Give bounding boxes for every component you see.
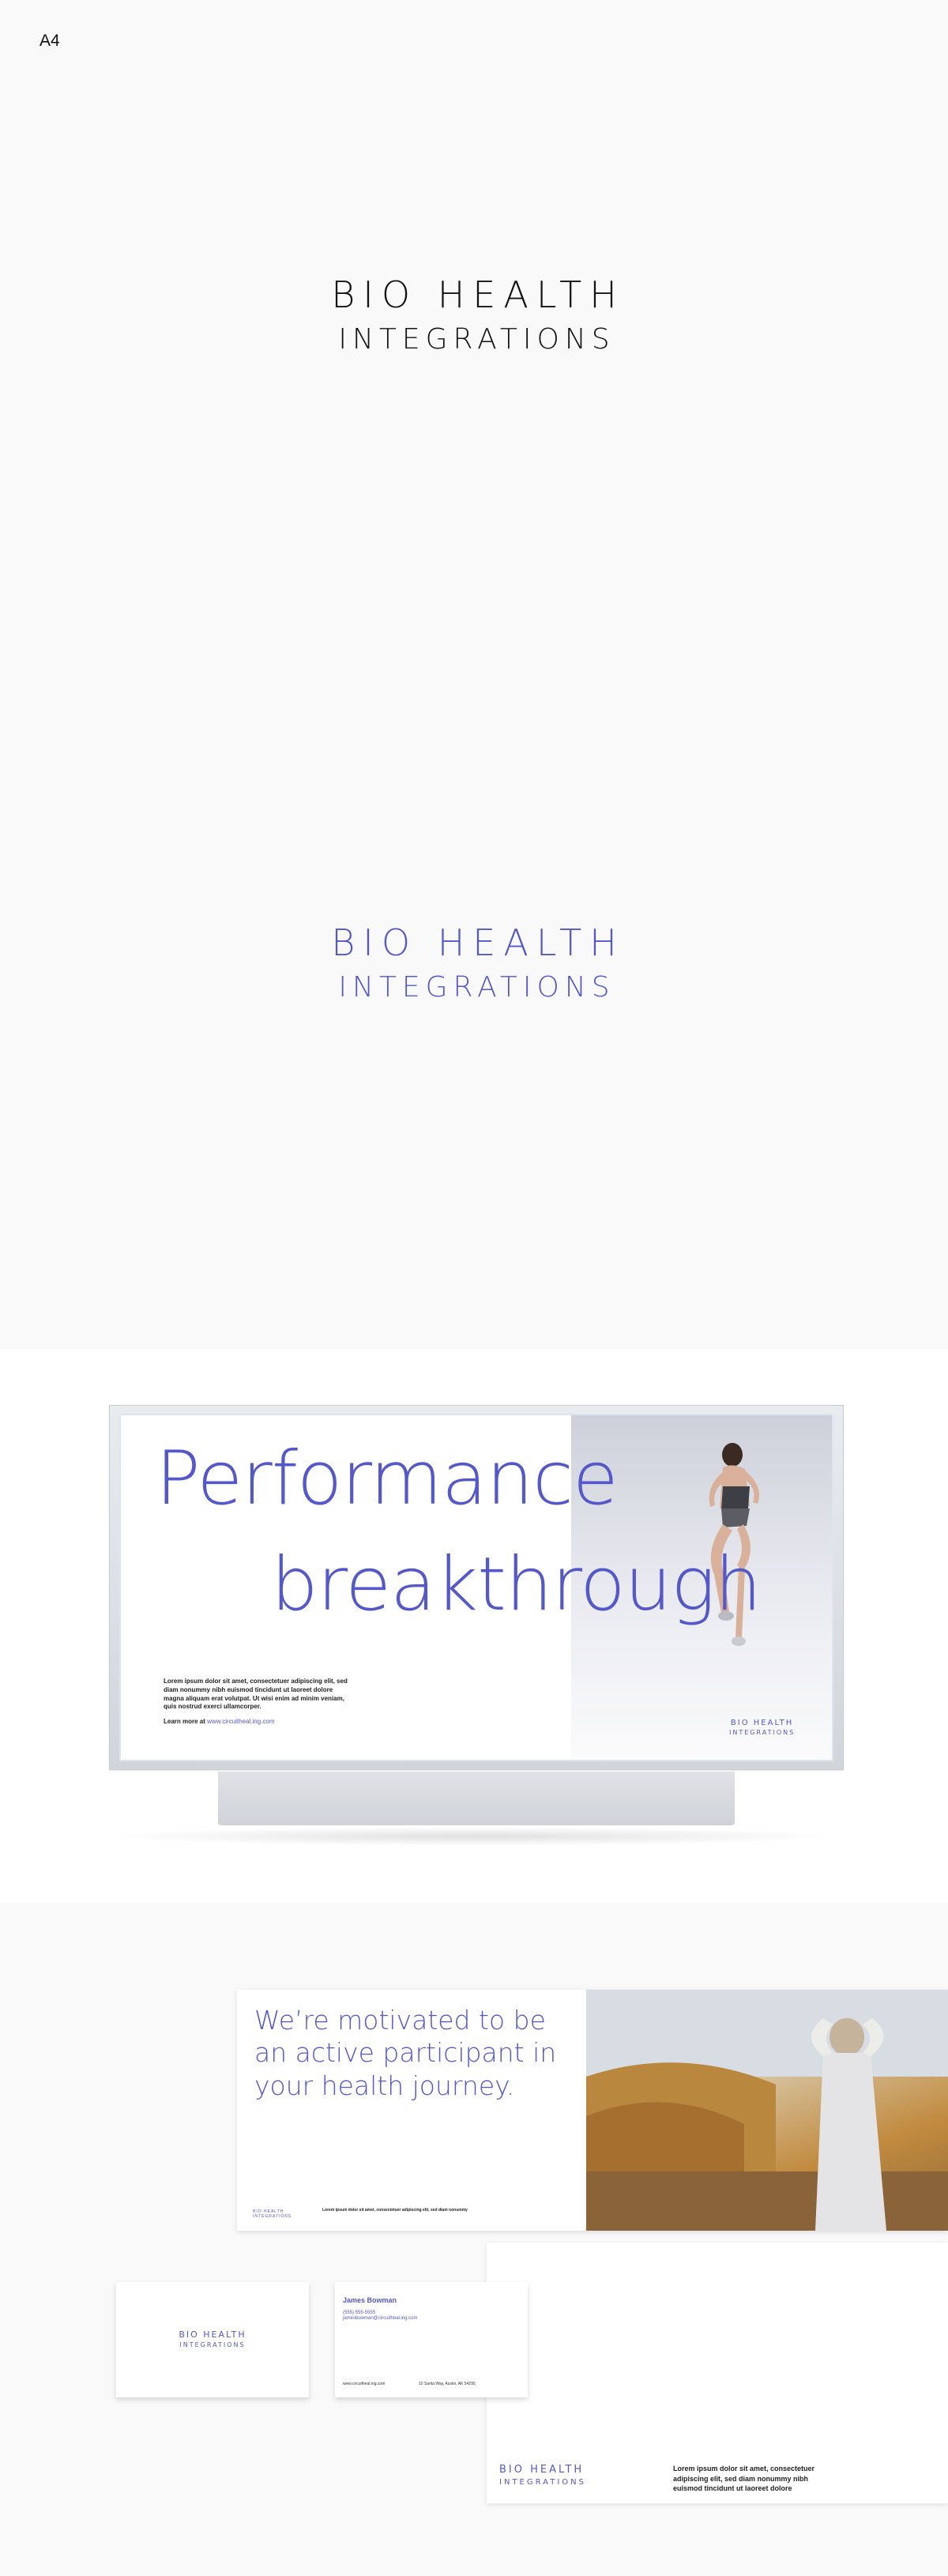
billboard-shadow [103, 1827, 845, 1846]
card-email: jamesbowman@circuitheal.ing.com [343, 2316, 418, 2321]
letterhead-body: Lorem ipsum dolor sit amet, consectetuer… [673, 2465, 815, 2493]
learn-more-url: www.circuitheal.ing.com [207, 1718, 275, 1725]
business-card-front: BIO HEALTH INTEGRATIONS [116, 2282, 309, 2397]
brochure-tagline: We’re motivated to be an active particip… [254, 2005, 557, 2101]
stationery-mockup: We’re motivated to be an active particip… [0, 1903, 948, 2576]
logo-line-1: BIO HEALTH [331, 921, 625, 964]
card-logo-line-2: INTEGRATIONS [179, 2341, 246, 2348]
billboard-body-text: Lorem ipsum dolor sit amet, consectetuer… [164, 1678, 348, 1711]
brochure-logo: BIO HEALTH INTEGRATIONS [253, 2209, 292, 2219]
billboard-logo-line-2: INTEGRATIONS [729, 1729, 796, 1736]
billboard-headline-1: Performance [156, 1436, 619, 1522]
letterhead-logo: BIO HEALTH INTEGRATIONS [499, 2464, 586, 2487]
photo-scene [586, 1990, 948, 2231]
letterhead-logo-line-1: BIO HEALTH [499, 2464, 585, 2476]
card-name: James Bowman [343, 2296, 397, 2304]
card-address: 10 Santa Way, Austin, AK 54295 [419, 2382, 476, 2386]
business-card-back: James Bowman (555) 555-5555 jamesbowman@… [335, 2282, 528, 2397]
billboard-headline-2: breakthrough [271, 1542, 762, 1628]
logo-blue: BIO HEALTH INTEGRATIONS [0, 925, 948, 1002]
billboard-frame: Performance breakthrough Lorem ipsum dol… [109, 1405, 844, 1770]
billboard-stand [218, 1772, 735, 1825]
letterhead: BIO HEALTH INTEGRATIONS Lorem ipsum dolo… [487, 2243, 948, 2503]
card-logo: BIO HEALTH INTEGRATIONS [116, 2329, 309, 2348]
billboard-logo: BIO HEALTH INTEGRATIONS [729, 1719, 795, 1736]
logo-line-1: BIO HEALTH [331, 273, 625, 316]
card-website: www.circuitheal.ing.com [343, 2382, 386, 2386]
brochure-fine-print: Lorem ipsum dolor sit amet, consectetuer… [322, 2208, 468, 2213]
page-label: A4 [40, 32, 60, 50]
brochure: We’re motivated to be an active particip… [237, 1990, 948, 2231]
logo-line-2: INTEGRATIONS [338, 971, 615, 1004]
logo-line-2: INTEGRATIONS [338, 323, 615, 356]
billboard-logo-line-1: BIO HEALTH [730, 1719, 794, 1727]
logo-black: BIO HEALTH INTEGRATIONS [0, 277, 948, 354]
billboard-learn-more: Learn more at www.circuitheal.ing.com [164, 1718, 275, 1725]
autumn-stretch-photo [586, 1990, 948, 2231]
letterhead-logo-line-2: INTEGRATIONS [499, 2478, 586, 2487]
billboard-screen: Performance breakthrough Lorem ipsum dol… [119, 1414, 833, 1761]
learn-more-label: Learn more at [164, 1718, 205, 1725]
brochure-logo-line-2: INTEGRATIONS [253, 2214, 292, 2219]
card-logo-line-1: BIO HEALTH [179, 2329, 246, 2340]
billboard-mockup: Performance breakthrough Lorem ipsum dol… [0, 1350, 948, 1903]
